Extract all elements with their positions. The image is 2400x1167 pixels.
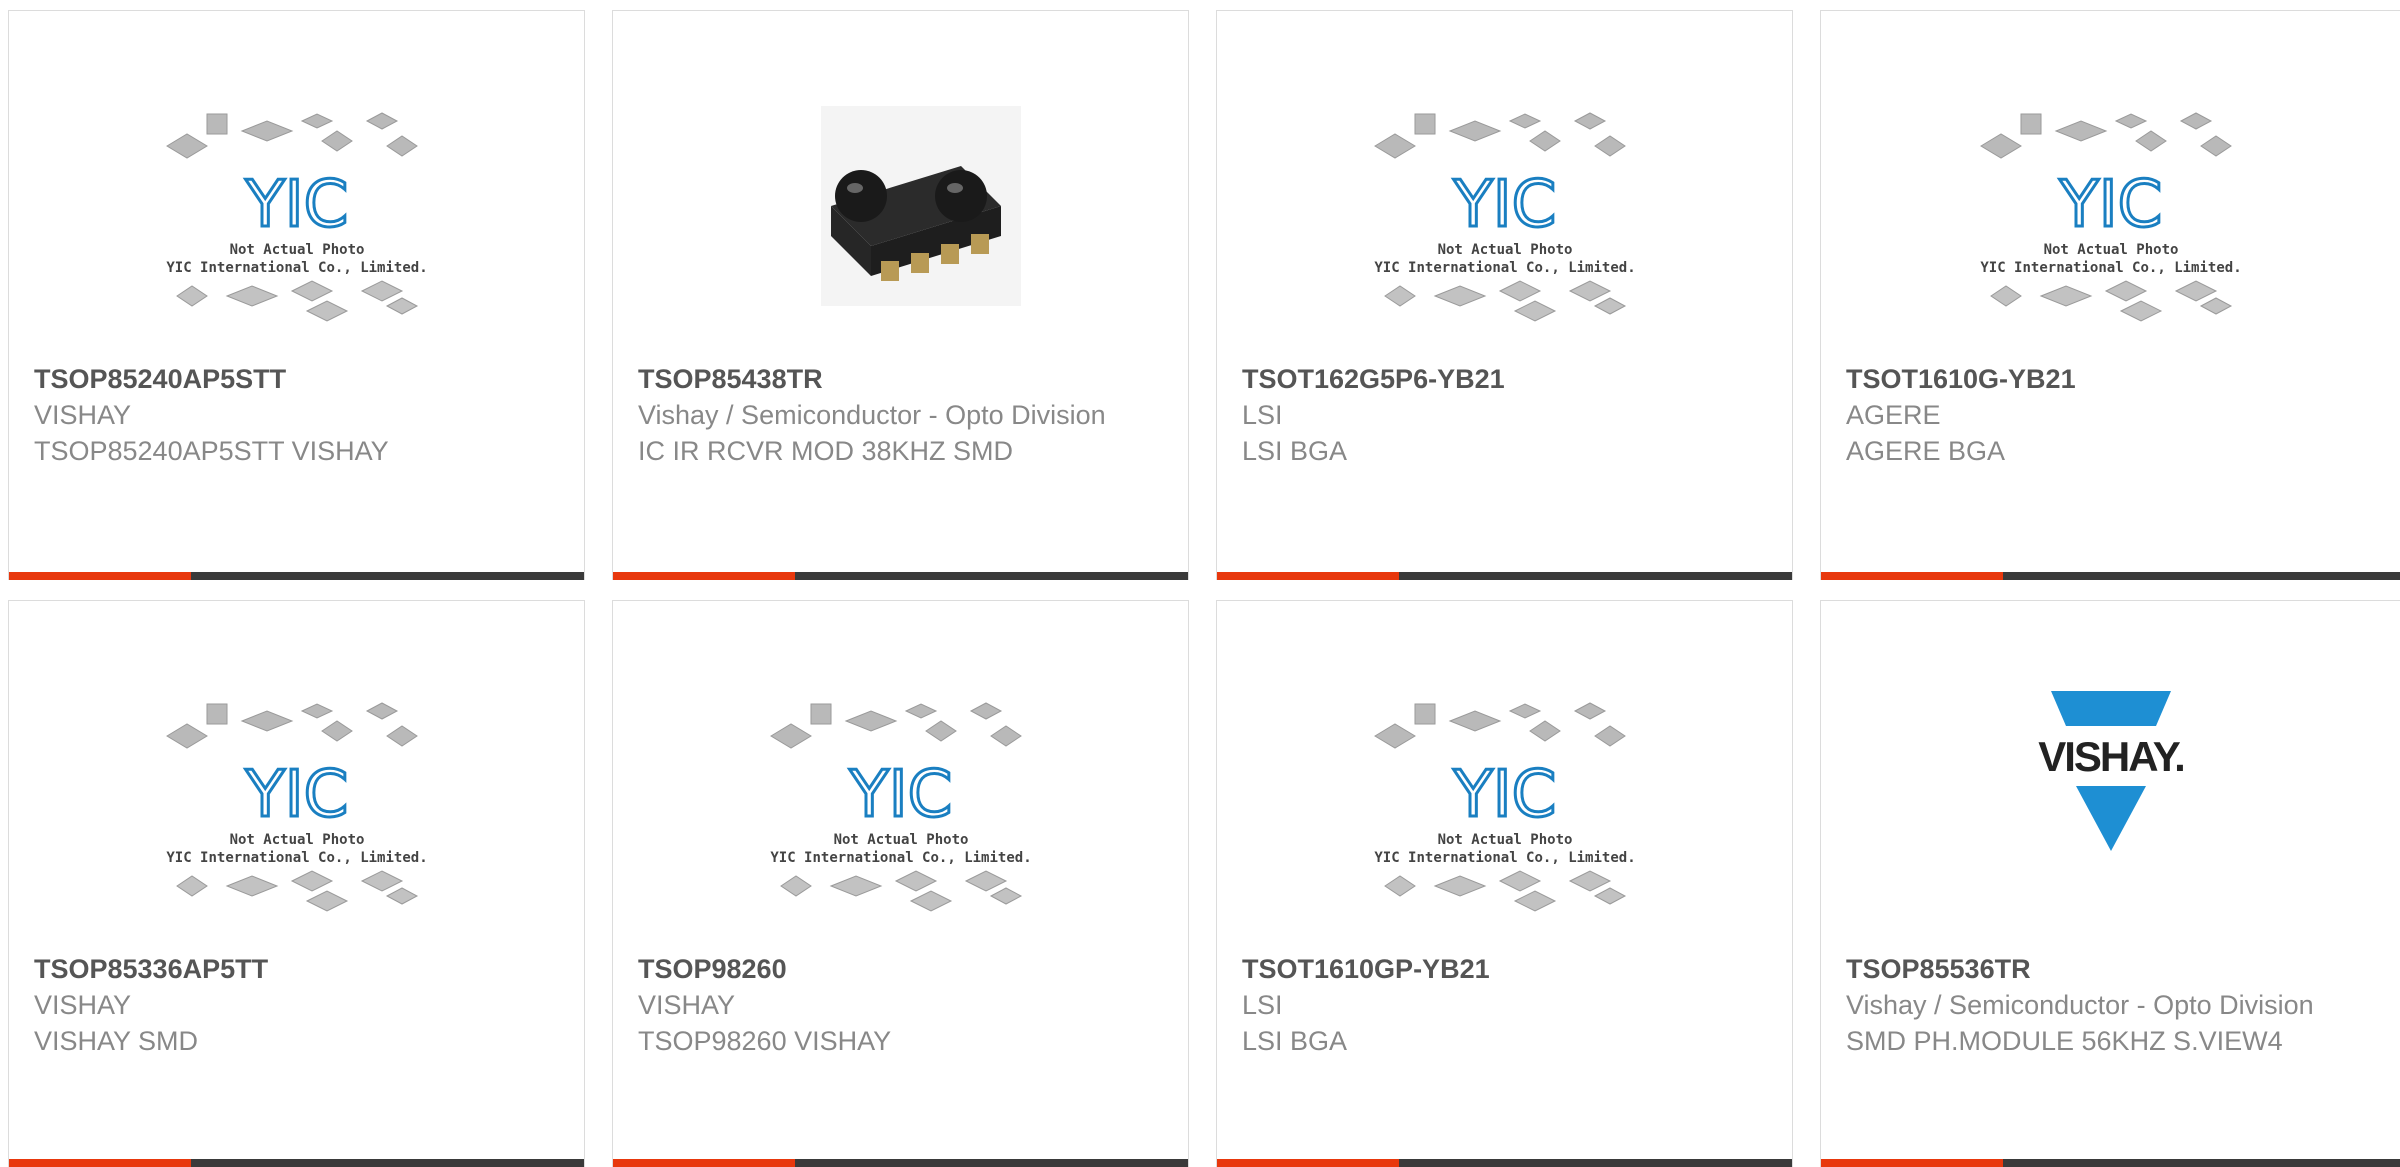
- svg-text:Not Actual Photo: Not Actual Photo: [1437, 832, 1572, 848]
- svg-text:YIC: YIC: [1452, 758, 1556, 832]
- part-number[interactable]: TSOT1610GP-YB21: [1242, 951, 1767, 987]
- svg-text:VISHAY.: VISHAY.: [2038, 733, 2184, 780]
- svg-text:Not Actual Photo: Not Actual Photo: [229, 832, 364, 848]
- card-accent: [9, 572, 191, 580]
- svg-text:YIC: YIC: [244, 168, 348, 242]
- product-info: TSOT1610G-YB21 AGERE AGERE BGA: [1846, 361, 2375, 469]
- description: IC IR RCVR MOD 38KHZ SMD: [638, 436, 1014, 466]
- card-accent: [1217, 572, 1399, 580]
- manufacturer: Vishay / Semiconductor - Opto Division: [638, 400, 1106, 430]
- part-number[interactable]: TSOT1610G-YB21: [1846, 361, 2375, 397]
- product-card[interactable]: TSOP85438TR Vishay / Semiconductor - Opt…: [612, 10, 1189, 580]
- card-bottom-bar: [9, 1159, 584, 1167]
- manufacturer: VISHAY: [34, 400, 132, 430]
- description: TSOP85240AP5STT VISHAY: [34, 436, 389, 466]
- card-accent: [1821, 1159, 2003, 1167]
- svg-text:YIC International Co., Limited: YIC International Co., Limited.: [166, 850, 427, 866]
- card-bottom-bar: [1821, 572, 2400, 580]
- product-card[interactable]: VISHAY. TSOP85536TR Vishay / Semiconduct…: [1820, 600, 2400, 1167]
- part-number[interactable]: TSOP85438TR: [638, 361, 1163, 397]
- card-bottom-bar: [9, 572, 584, 580]
- part-number[interactable]: TSOP85240AP5STT: [34, 361, 559, 397]
- description: AGERE BGA: [1846, 436, 2006, 466]
- product-info: TSOT1610GP-YB21 LSI LSI BGA: [1242, 951, 1767, 1059]
- product-image[interactable]: YIC Not Actual Photo YIC International C…: [9, 676, 584, 946]
- product-image[interactable]: [613, 86, 1188, 356]
- product-image[interactable]: YIC Not Actual Photo YIC International C…: [9, 86, 584, 356]
- product-info: TSOT162G5P6-YB21 LSI LSI BGA: [1242, 361, 1767, 469]
- product-info: TSOP85240AP5STT VISHAY TSOP85240AP5STT V…: [34, 361, 559, 469]
- svg-text:YIC International Co., Limited: YIC International Co., Limited.: [1980, 260, 2241, 276]
- manufacturer: LSI: [1242, 990, 1283, 1020]
- card-bottom-bar: [613, 1159, 1188, 1167]
- card-accent: [1217, 1159, 1399, 1167]
- manufacturer: AGERE: [1846, 400, 1941, 430]
- manufacturer: VISHAY: [34, 990, 132, 1020]
- product-info: TSOP85438TR Vishay / Semiconductor - Opt…: [638, 361, 1163, 469]
- product-info: TSOP98260 VISHAY TSOP98260 VISHAY: [638, 951, 1163, 1059]
- ir-receiver-photo: [820, 106, 1021, 306]
- svg-text:YIC International Co., Limited: YIC International Co., Limited.: [770, 850, 1031, 866]
- svg-text:YIC International Co., Limited: YIC International Co., Limited.: [1374, 850, 1635, 866]
- placeholder-image: YIC Not Actual Photo YIC International C…: [165, 112, 427, 322]
- product-image[interactable]: YIC Not Actual Photo YIC International C…: [1217, 676, 1792, 946]
- svg-text:YIC: YIC: [1452, 168, 1556, 242]
- card-accent: [1821, 572, 2003, 580]
- product-image[interactable]: YIC Not Actual Photo YIC International C…: [1821, 86, 2400, 356]
- product-card[interactable]: YIC Not Actual Photo YIC International C…: [8, 10, 585, 580]
- vishay-logo: VISHAY.: [2038, 691, 2185, 851]
- product-card[interactable]: YIC Not Actual Photo YIC International C…: [612, 600, 1189, 1167]
- svg-text:YIC: YIC: [848, 758, 952, 832]
- card-accent: [9, 1159, 191, 1167]
- product-image[interactable]: YIC Not Actual Photo YIC International C…: [1217, 86, 1792, 356]
- card-accent: [613, 572, 795, 580]
- part-number[interactable]: TSOT162G5P6-YB21: [1242, 361, 1767, 397]
- description: TSOP98260 VISHAY: [638, 1026, 892, 1056]
- product-card[interactable]: YIC Not Actual Photo YIC International C…: [8, 600, 585, 1167]
- placeholder-image: YIC Not Actual Photo YIC International C…: [1979, 112, 2241, 322]
- placeholder-image: YIC Not Actual Photo YIC International C…: [769, 702, 1031, 912]
- product-image[interactable]: YIC Not Actual Photo YIC International C…: [613, 676, 1188, 946]
- product-info: TSOP85336AP5TT VISHAY VISHAY SMD: [34, 951, 559, 1059]
- product-grid: YIC Not Actual Photo YIC International C…: [0, 0, 2400, 1167]
- manufacturer: VISHAY: [638, 990, 736, 1020]
- description: LSI BGA: [1242, 436, 1348, 466]
- placeholder-image: YIC Not Actual Photo YIC International C…: [165, 702, 427, 912]
- svg-text:Not Actual Photo: Not Actual Photo: [229, 242, 364, 258]
- svg-text:YIC International Co., Limited: YIC International Co., Limited.: [166, 260, 427, 276]
- manufacturer: LSI: [1242, 400, 1283, 430]
- svg-text:Not Actual Photo: Not Actual Photo: [833, 832, 968, 848]
- card-bottom-bar: [1217, 1159, 1792, 1167]
- placeholder-image: YIC Not Actual Photo YIC International C…: [1373, 702, 1635, 912]
- svg-text:YIC International Co., Limited: YIC International Co., Limited.: [1374, 260, 1635, 276]
- svg-text:Not Actual Photo: Not Actual Photo: [2043, 242, 2178, 258]
- product-image[interactable]: VISHAY.: [1821, 676, 2400, 946]
- part-number[interactable]: TSOP85536TR: [1846, 951, 2375, 987]
- card-bottom-bar: [1217, 572, 1792, 580]
- card-bottom-bar: [613, 572, 1188, 580]
- product-card[interactable]: YIC Not Actual Photo YIC International C…: [1216, 600, 1793, 1167]
- description: SMD PH.MODULE 56KHZ S.VIEW4: [1846, 1026, 2283, 1056]
- svg-text:YIC: YIC: [244, 758, 348, 832]
- part-number[interactable]: TSOP98260: [638, 951, 1163, 987]
- svg-text:Not Actual Photo: Not Actual Photo: [1437, 242, 1572, 258]
- card-accent: [613, 1159, 795, 1167]
- card-bottom-bar: [1821, 1159, 2400, 1167]
- placeholder-image: YIC Not Actual Photo YIC International C…: [1373, 112, 1635, 322]
- product-card[interactable]: YIC Not Actual Photo YIC International C…: [1216, 10, 1793, 580]
- product-card[interactable]: YIC Not Actual Photo YIC International C…: [1820, 10, 2400, 580]
- part-number[interactable]: TSOP85336AP5TT: [34, 951, 559, 987]
- svg-text:YIC: YIC: [2058, 168, 2162, 242]
- description: LSI BGA: [1242, 1026, 1348, 1056]
- manufacturer: Vishay / Semiconductor - Opto Division: [1846, 990, 2314, 1020]
- description: VISHAY SMD: [34, 1026, 199, 1056]
- product-info: TSOP85536TR Vishay / Semiconductor - Opt…: [1846, 951, 2375, 1059]
